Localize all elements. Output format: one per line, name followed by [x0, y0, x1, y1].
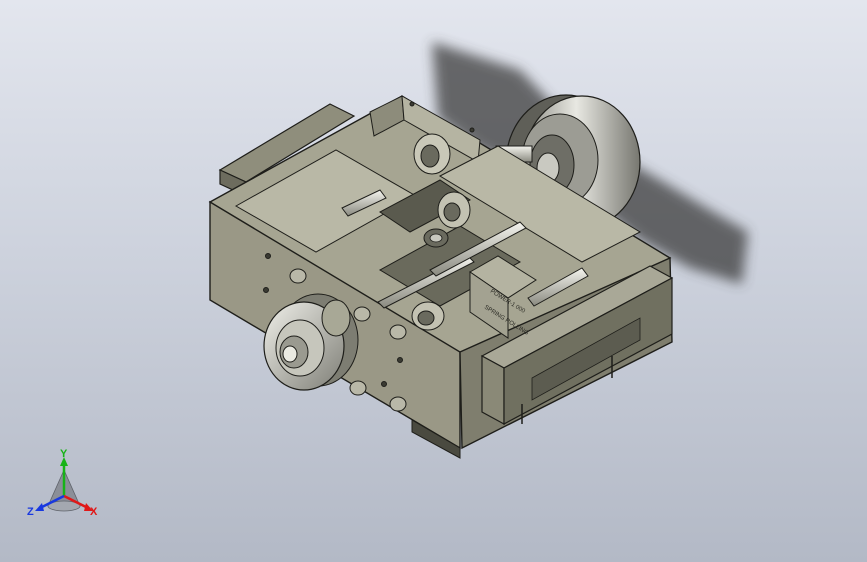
z-axis-arrow	[35, 503, 44, 511]
gearbox-model[interactable]: POWER-1 000 SPRING ROLLING	[0, 0, 867, 562]
y-axis-label: Y	[60, 448, 68, 460]
cad-3d-viewport[interactable]: POWER-1 000 SPRING ROLLING Y X Z	[0, 0, 867, 562]
z-axis-label: Z	[27, 506, 34, 518]
orientation-triad[interactable]: Y X Z	[24, 448, 104, 524]
x-axis-label: X	[90, 506, 98, 518]
